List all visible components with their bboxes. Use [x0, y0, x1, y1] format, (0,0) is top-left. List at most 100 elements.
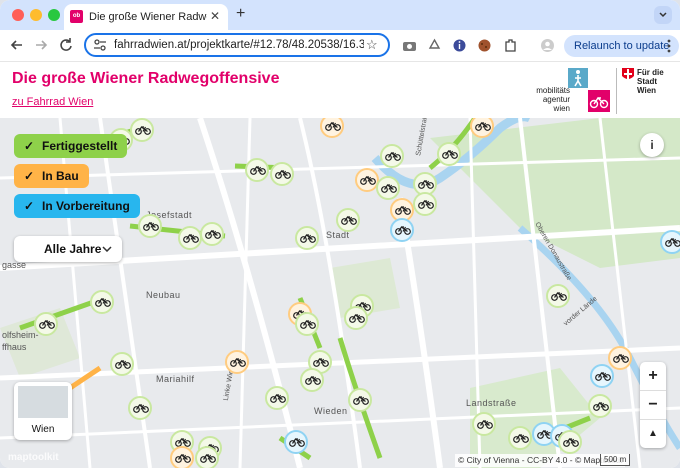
project-marker[interactable] — [178, 226, 202, 250]
compass-button[interactable]: ▲ — [640, 420, 666, 448]
project-marker[interactable] — [128, 396, 152, 420]
project-marker[interactable] — [225, 350, 249, 374]
project-marker[interactable] — [284, 430, 308, 454]
bicycle-icon — [275, 170, 291, 179]
mobilitaetsagentur-logo[interactable]: mobilitäts agentur wien — [530, 68, 610, 114]
project-marker[interactable] — [390, 218, 414, 242]
bicycle-icon — [353, 396, 369, 405]
project-marker[interactable] — [34, 312, 58, 336]
basemap-switcher[interactable]: Wien — [14, 382, 72, 440]
bicycle-icon — [115, 360, 131, 369]
filter-completed-button[interactable]: ✓ Fertiggestellt — [14, 134, 128, 158]
project-marker[interactable] — [245, 158, 269, 182]
fahrrad-wien-link[interactable]: zu Fahrrad Wien — [12, 96, 93, 108]
cookie-icon[interactable] — [477, 38, 492, 53]
year-select-value: Alle Jahre — [44, 242, 102, 256]
stadt-wien-logo[interactable]: Für die Stadt Wien — [616, 68, 677, 114]
bicycle-icon — [270, 394, 286, 403]
forward-icon[interactable] — [32, 36, 50, 54]
filter-in-construction-button[interactable]: ✓ In Bau — [14, 164, 89, 188]
bicycle-icon — [325, 122, 341, 131]
zoom-out-button[interactable]: − — [640, 391, 666, 420]
maptoolkit-watermark: maptoolkit — [8, 452, 59, 463]
camera-icon[interactable] — [402, 38, 417, 53]
project-marker[interactable] — [376, 176, 400, 200]
bicycle-icon — [442, 150, 458, 159]
bicycle-icon — [385, 152, 401, 161]
bicycle-icon — [305, 376, 321, 385]
bicycle-icon — [665, 238, 680, 247]
tab-search-button[interactable] — [654, 6, 672, 24]
site-info-icon[interactable] — [93, 39, 107, 51]
project-marker[interactable] — [130, 118, 154, 142]
tab-active[interactable]: ob Die große Wiener Radwegoffensive ✕ — [64, 4, 228, 30]
project-marker[interactable] — [344, 306, 368, 330]
project-marker[interactable] — [380, 144, 404, 168]
project-marker[interactable] — [195, 446, 219, 468]
project-marker[interactable] — [413, 192, 437, 216]
recycle-icon[interactable] — [427, 38, 442, 53]
filter-in-preparation-button[interactable]: ✓ In Vorbereitung — [14, 194, 140, 218]
tab-strip: ob Die große Wiener Radwegoffensive ✕ + — [0, 0, 680, 30]
project-marker[interactable] — [90, 290, 114, 314]
minimize-window-button[interactable] — [30, 9, 42, 21]
project-marker[interactable] — [200, 222, 224, 246]
district-label-wieden: Wieden — [314, 406, 348, 416]
bicycle-icon — [418, 180, 434, 189]
check-icon: ✓ — [24, 199, 35, 213]
relaunch-button[interactable]: Relaunch to update — [564, 35, 680, 57]
project-marker[interactable] — [138, 214, 162, 238]
bicycle-icon — [143, 222, 159, 231]
project-marker[interactable] — [265, 386, 289, 410]
project-map[interactable]: Josefstadt Stadt Neubau Mariahilf Wieden… — [0, 118, 680, 468]
project-marker[interactable] — [558, 430, 582, 454]
new-tab-button[interactable]: + — [236, 5, 245, 23]
project-marker[interactable] — [608, 346, 632, 370]
menu-dots-icon[interactable] — [667, 39, 671, 53]
project-marker[interactable] — [270, 162, 294, 186]
reload-icon[interactable] — [57, 36, 75, 54]
project-marker[interactable] — [336, 208, 360, 232]
bicycle-icon — [349, 314, 365, 323]
address-bar[interactable]: fahrradwien.at/projektkarte/#12.78/48.20… — [84, 33, 390, 57]
bicycle-icon — [289, 438, 305, 447]
district-label-neubau: Neubau — [146, 290, 181, 300]
profile-avatar-icon[interactable] — [540, 38, 555, 53]
zoom-in-button[interactable]: + — [640, 362, 666, 391]
bicycle-icon — [39, 320, 55, 329]
tab-close-icon[interactable]: ✕ — [210, 9, 220, 23]
bicycle-icon — [200, 454, 216, 463]
year-select[interactable]: Alle Jahre — [14, 236, 122, 262]
project-marker[interactable] — [295, 226, 319, 250]
maximize-window-button[interactable] — [48, 9, 60, 21]
info-button[interactable]: i — [640, 133, 664, 157]
bicycle-icon — [205, 230, 221, 239]
bicycle-icon — [95, 298, 111, 307]
extensions-puzzle-icon[interactable] — [503, 38, 518, 53]
project-marker[interactable] — [110, 352, 134, 376]
bicycle-icon — [513, 434, 529, 443]
project-marker[interactable] — [437, 142, 461, 166]
project-marker[interactable] — [546, 284, 570, 308]
project-marker[interactable] — [472, 412, 496, 436]
project-marker[interactable] — [295, 312, 319, 336]
bookmark-star-icon[interactable]: ☆ — [366, 37, 378, 53]
project-marker[interactable] — [588, 394, 612, 418]
tab-title: Die große Wiener Radwegoffensive — [89, 11, 207, 23]
project-marker[interactable] — [508, 426, 532, 450]
check-icon: ✓ — [24, 139, 35, 153]
scale-bar: 500 m — [600, 454, 631, 466]
district-label-rudolfsheim: olfsheim- — [2, 330, 39, 340]
extension-info-icon[interactable] — [452, 38, 467, 53]
project-marker[interactable] — [300, 368, 324, 392]
close-window-button[interactable] — [12, 9, 24, 21]
project-marker[interactable] — [590, 364, 614, 388]
chevron-down-icon — [102, 246, 112, 252]
filter-in-construction-label: In Bau — [42, 169, 79, 183]
district-label-mariahilf: Mariahilf — [156, 374, 195, 384]
project-marker[interactable] — [348, 388, 372, 412]
project-marker[interactable] — [170, 446, 194, 468]
back-icon[interactable] — [8, 36, 26, 54]
district-label-landstrasse: Landstraße — [466, 398, 517, 408]
project-marker[interactable] — [660, 230, 680, 254]
